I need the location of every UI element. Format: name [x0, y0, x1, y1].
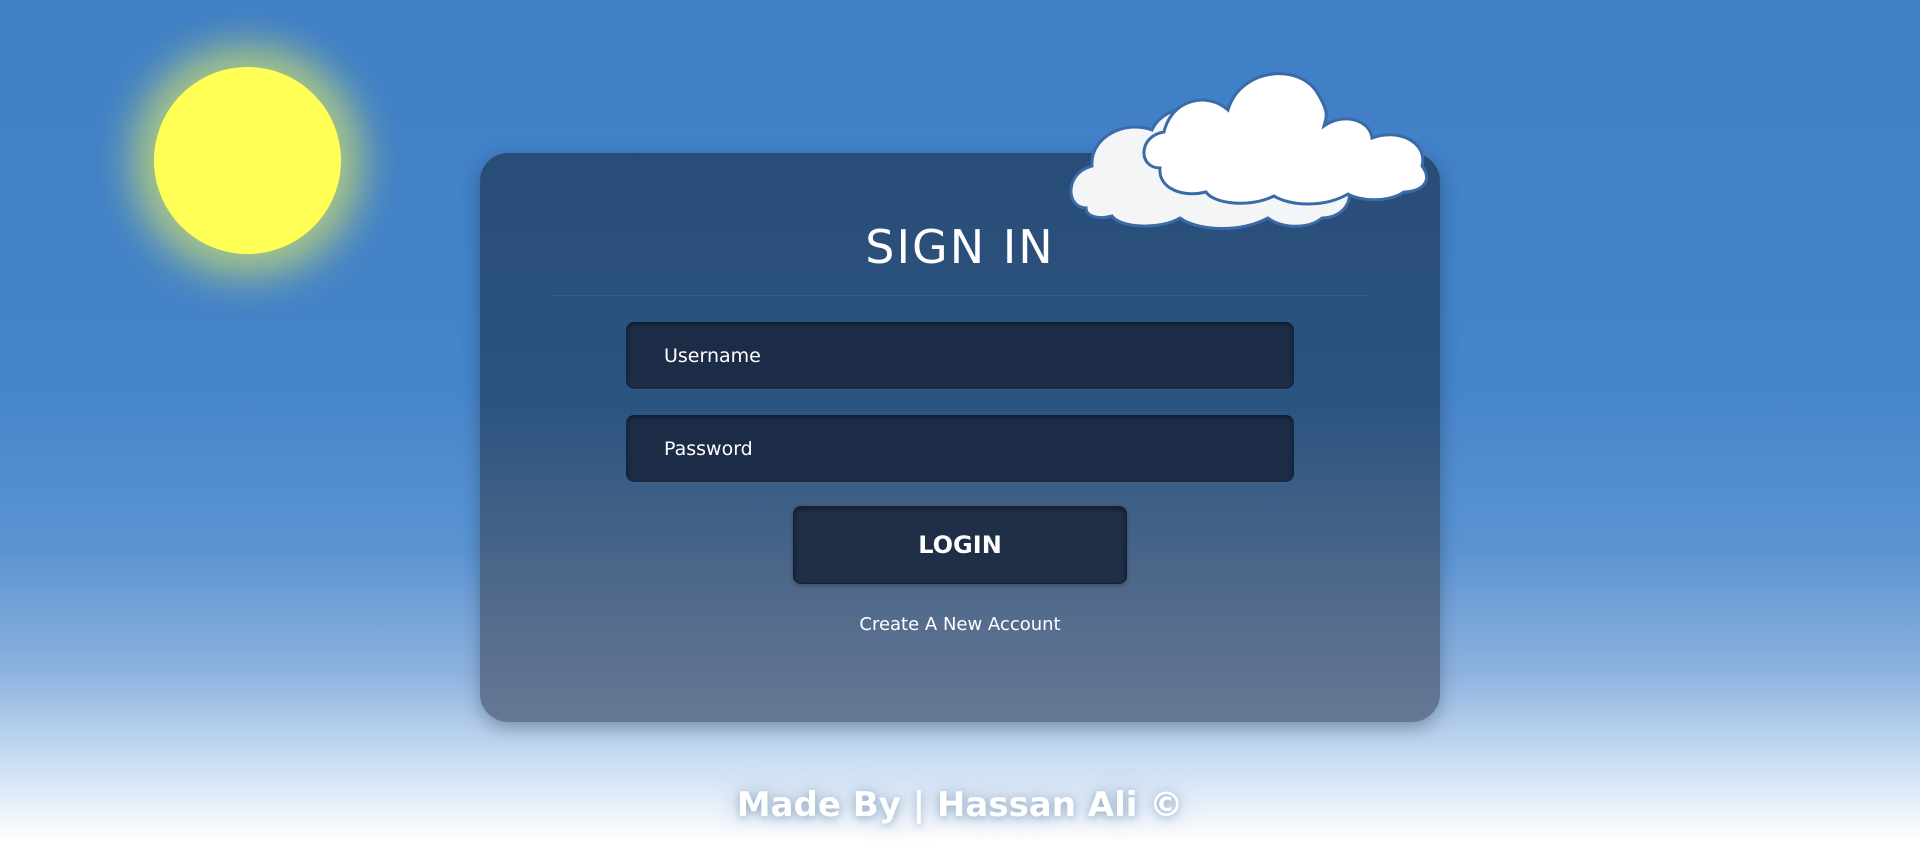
- username-input[interactable]: [626, 322, 1294, 389]
- cloud-icon: [1069, 72, 1428, 230]
- sun-icon: [154, 67, 341, 254]
- footer-credit: Made By | Hassan Ali ©: [736, 785, 1184, 825]
- cloud-main-shape: [1142, 72, 1428, 206]
- create-account-link[interactable]: Create A New Account: [480, 614, 1440, 635]
- login-card: SIGN IN LOGIN Create A New Account: [480, 153, 1440, 722]
- password-input[interactable]: [626, 415, 1294, 482]
- login-button[interactable]: LOGIN: [793, 506, 1127, 584]
- title-divider: [550, 295, 1370, 296]
